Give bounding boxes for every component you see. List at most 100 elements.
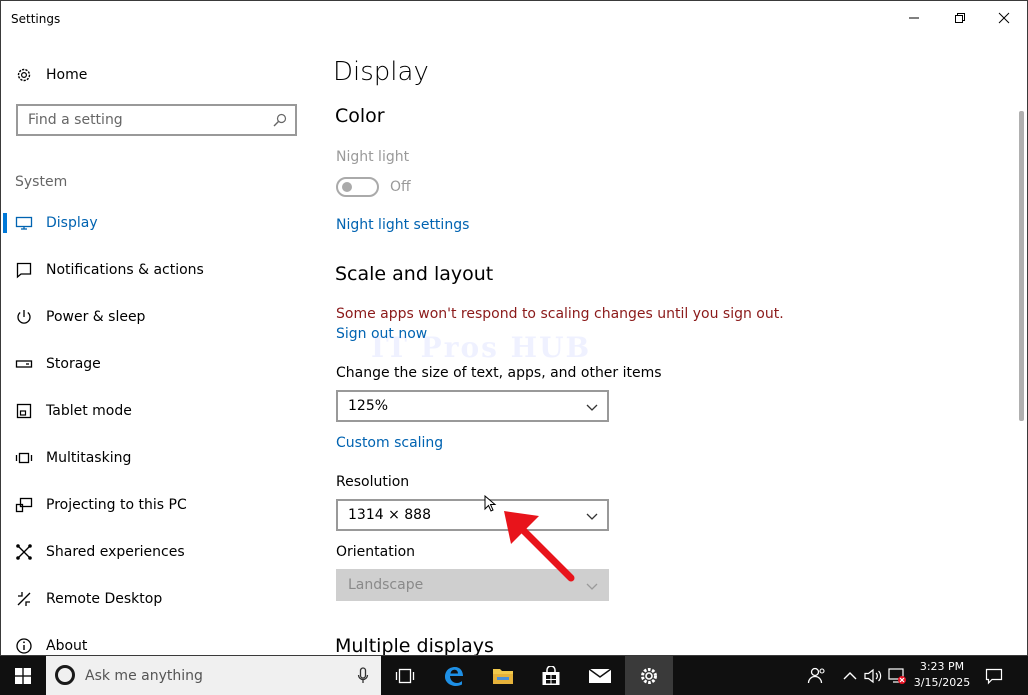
scrollbar-thumb[interactable] [1019, 111, 1024, 421]
chevron-up-icon [843, 671, 857, 679]
sidebar-item-label: About [46, 638, 88, 654]
red-arrow-annotation [504, 511, 575, 582]
clock[interactable]: 3:23 PM 3/15/2025 [908, 659, 976, 691]
sidebar-item-shared-experiences[interactable]: Shared experiences [1, 532, 311, 572]
minimize-button[interactable] [891, 1, 937, 35]
info-icon [15, 637, 33, 655]
edge-browser-icon [445, 666, 463, 686]
color-heading: Color [335, 105, 385, 127]
mouse-cursor-icon [484, 495, 497, 512]
network-disconnected-icon [888, 667, 906, 684]
sidebar-item-tablet-mode[interactable]: Tablet mode [1, 391, 311, 431]
action-center-button[interactable] [980, 656, 1008, 695]
power-icon [15, 308, 33, 326]
shared-icon [15, 543, 33, 561]
orientation-value: Landscape [348, 577, 424, 593]
window-title: Settings [11, 12, 61, 26]
search-icon [273, 113, 287, 127]
store-button[interactable] [527, 656, 575, 695]
toggle-knob [342, 182, 352, 192]
settings-window: Settings Home Find a setting System Disp… [0, 0, 1028, 656]
sidebar-item-label: Projecting to this PC [46, 497, 187, 513]
scaling-warning: Some apps won't respond to scaling chang… [336, 306, 784, 322]
multiple-displays-heading: Multiple displays [335, 635, 494, 656]
watermark: IT Pros HUB [371, 331, 592, 364]
multitasking-icon [15, 449, 33, 467]
network-button[interactable] [885, 656, 909, 695]
home-label: Home [46, 67, 88, 83]
title-bar: Settings [1, 1, 1027, 37]
file-explorer-button[interactable] [479, 656, 527, 695]
close-button[interactable] [981, 1, 1027, 35]
sidebar-item-display[interactable]: Display [1, 203, 311, 243]
chevron-down-icon [586, 513, 598, 520]
sidebar: Home Find a setting System Display Notif… [1, 37, 311, 655]
monitor-icon [15, 214, 33, 232]
mail-icon [588, 667, 612, 683]
chevron-down-icon [586, 404, 598, 411]
scale-layout-heading: Scale and layout [335, 263, 494, 285]
tablet-icon [15, 402, 33, 420]
edge-button[interactable] [430, 656, 478, 695]
remote-desktop-icon [15, 590, 33, 608]
section-label-system: System [15, 174, 68, 190]
sidebar-item-label: Tablet mode [46, 403, 132, 419]
sidebar-item-label: Remote Desktop [46, 591, 163, 607]
storage-icon [15, 355, 33, 373]
custom-scaling-link[interactable]: Custom scaling [336, 435, 443, 451]
page-title: Display [333, 57, 429, 87]
projecting-icon [15, 496, 33, 514]
sidebar-item-label: Power & sleep [46, 309, 146, 325]
text-size-label: Change the size of text, apps, and other… [336, 365, 662, 381]
scale-dropdown[interactable]: 125% [336, 390, 609, 422]
sidebar-item-multitasking[interactable]: Multitasking [1, 438, 311, 478]
task-view-icon [395, 668, 415, 683]
cortana-icon [55, 665, 75, 685]
resolution-value: 1314 × 888 [348, 507, 431, 523]
gear-icon [641, 667, 657, 684]
cortana-search-box[interactable]: Ask me anything [46, 656, 381, 695]
microphone-icon[interactable] [357, 667, 369, 685]
settings-taskbar-button[interactable] [625, 656, 673, 695]
resolution-label: Resolution [336, 474, 410, 490]
sidebar-item-label: Multitasking [46, 450, 132, 466]
sidebar-item-about[interactable]: About [1, 626, 311, 655]
sidebar-item-notifications[interactable]: Notifications & actions [1, 250, 311, 290]
restore-button[interactable] [937, 1, 983, 35]
clock-time: 3:23 PM [919, 660, 965, 673]
restore-icon [955, 13, 965, 23]
minimize-icon [909, 17, 919, 19]
sidebar-item-label: Shared experiences [46, 544, 185, 560]
sidebar-item-projecting[interactable]: Projecting to this PC [1, 485, 311, 525]
people-button[interactable] [803, 656, 831, 695]
mail-button[interactable] [576, 656, 624, 695]
sidebar-item-remote-desktop[interactable]: Remote Desktop [1, 579, 311, 619]
clock-date: 3/15/2025 [913, 676, 971, 689]
folder-icon [493, 668, 513, 684]
sidebar-item-label: Notifications & actions [46, 262, 204, 278]
sidebar-item-storage[interactable]: Storage [1, 344, 311, 384]
sidebar-item-label: Display [46, 215, 98, 231]
night-light-toggle[interactable] [336, 177, 379, 197]
find-setting-input[interactable]: Find a setting [16, 104, 297, 136]
home-link[interactable]: Home [15, 65, 87, 85]
taskbar: Ask me anything 3:23 PM 3/15/2025 [0, 656, 1028, 695]
sidebar-item-power-sleep[interactable]: Power & sleep [1, 297, 311, 337]
task-view-button[interactable] [381, 656, 429, 695]
show-hidden-icons-button[interactable] [838, 656, 862, 695]
start-button[interactable] [0, 656, 46, 695]
gear-icon [15, 66, 33, 84]
speaker-icon [864, 668, 882, 683]
action-center-icon [985, 668, 1003, 684]
night-light-label: Night light [336, 149, 410, 165]
volume-button[interactable] [862, 656, 886, 695]
close-icon [998, 12, 1010, 24]
chevron-down-icon [586, 583, 598, 590]
night-light-settings-link[interactable]: Night light settings [336, 217, 469, 233]
cortana-placeholder: Ask me anything [85, 667, 203, 684]
scale-value: 125% [348, 398, 389, 414]
orientation-label: Orientation [336, 544, 416, 560]
sidebar-item-label: Storage [46, 356, 101, 372]
notifications-icon [15, 261, 33, 279]
find-setting-placeholder: Find a setting [28, 112, 123, 128]
